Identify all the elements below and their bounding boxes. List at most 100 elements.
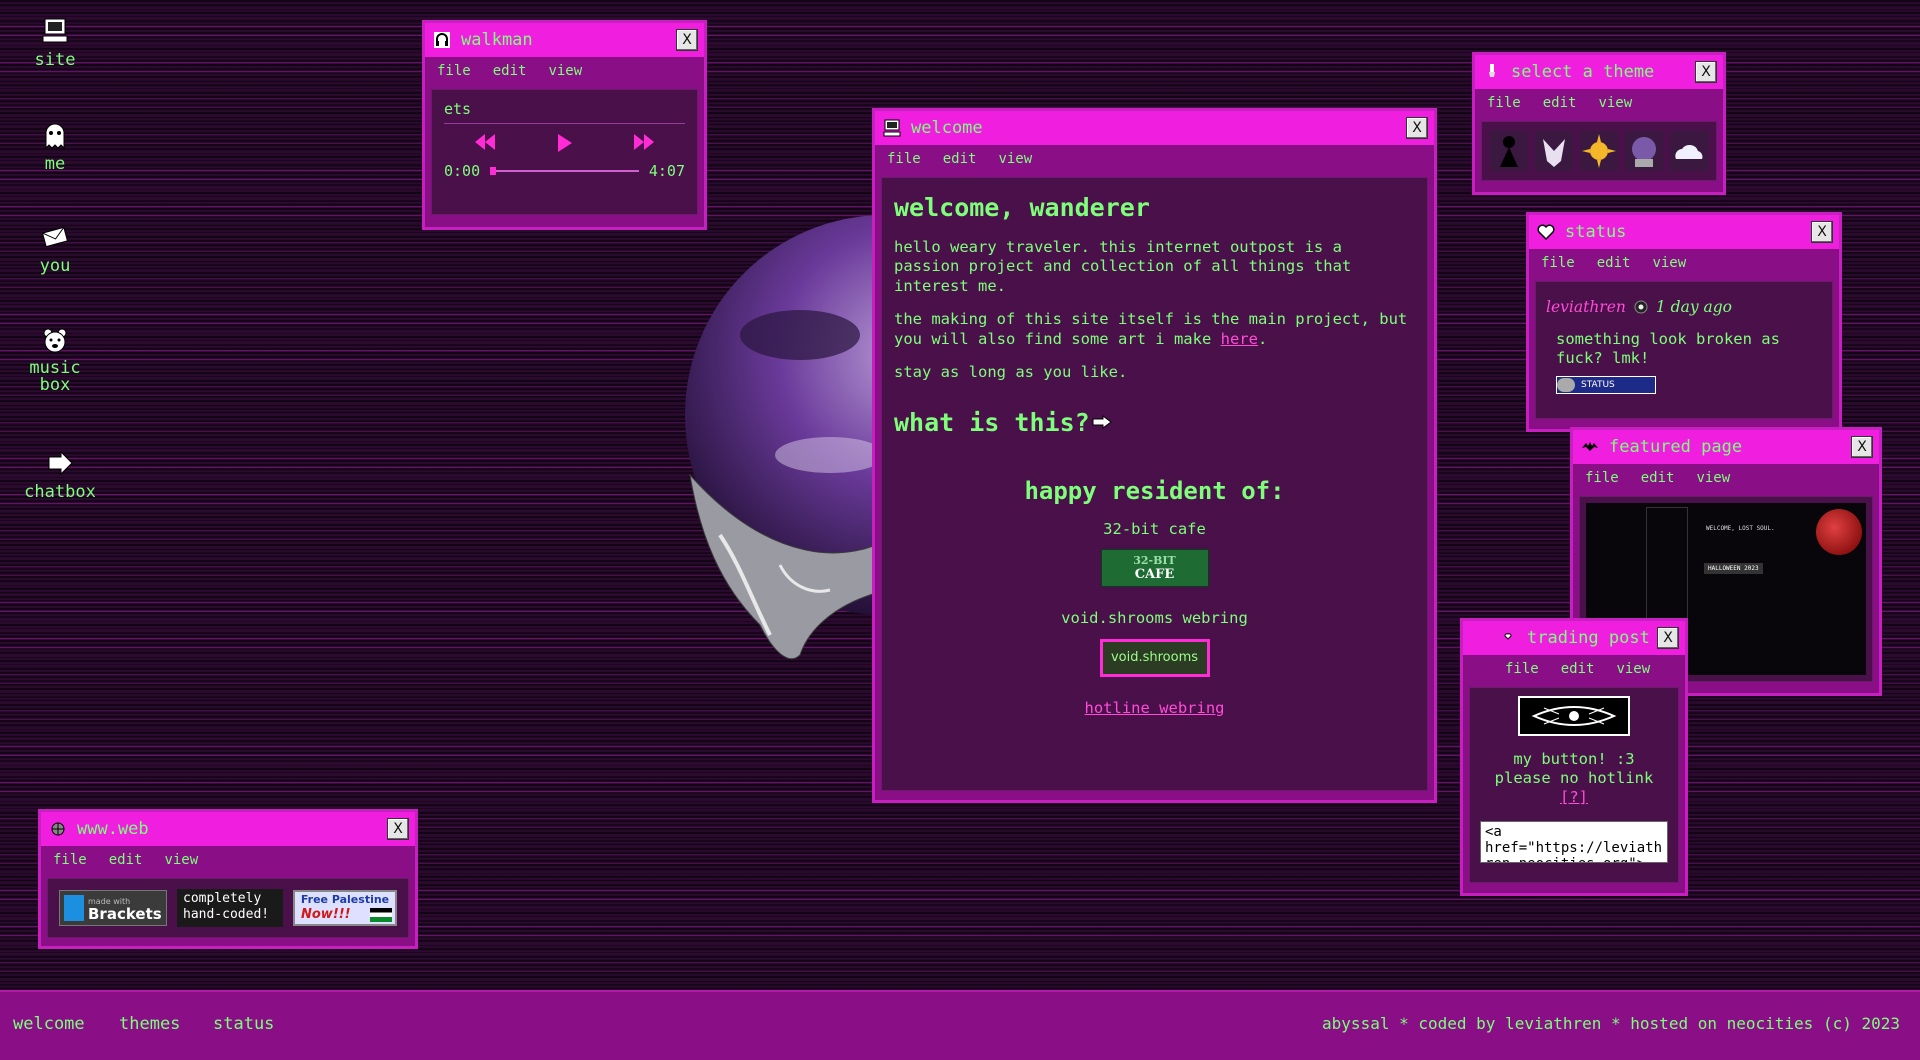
menu-edit[interactable]: edit <box>1543 95 1577 111</box>
menu-edit[interactable]: edit <box>109 852 143 868</box>
palestine-badge[interactable]: Free Palestine Now!!! <box>293 890 397 926</box>
status-user[interactable]: leviathren <box>1546 298 1626 316</box>
window-title: walkman <box>461 30 533 50</box>
red-moon-image <box>1816 509 1862 555</box>
theme-window: select a theme X file edit view <box>1472 52 1726 195</box>
stay-paragraph: stay as long as you like. <box>894 363 1128 381</box>
palestine-line1: Free Palestine <box>300 893 390 906</box>
void-badge-text: void.shrooms <box>1110 649 1199 665</box>
menu-file[interactable]: file <box>53 852 87 868</box>
close-button[interactable]: X <box>1695 61 1717 83</box>
menu-edit[interactable]: edit <box>1561 661 1595 677</box>
theme-option-crystal[interactable] <box>1625 131 1664 171</box>
menu-view[interactable]: view <box>548 63 582 79</box>
rewind-icon[interactable] <box>474 134 495 150</box>
brackets-badge[interactable]: made with Brackets <box>59 890 167 926</box>
bear-icon <box>43 328 67 353</box>
what-heading[interactable]: what is this? <box>894 410 1090 434</box>
window-title: status <box>1565 222 1627 242</box>
www-web-body: made with Brackets completely hand-coded… <box>47 878 409 938</box>
theme-body <box>1481 121 1717 181</box>
menu-file[interactable]: file <box>887 151 921 167</box>
trading-window: trading post X file edit view my button!… <box>1460 618 1688 896</box>
menubar: file edit view <box>1475 89 1723 117</box>
desktop-icon-label: music box <box>29 358 81 395</box>
ghost-icon <box>45 123 65 150</box>
cafe-badge-top: 32-BIT <box>1133 554 1176 567</box>
close-button[interactable]: X <box>1851 436 1873 458</box>
taskbar-themes[interactable]: themes <box>119 1014 180 1034</box>
hotline-webring-link[interactable]: hotline webring <box>1085 699 1225 717</box>
featured-titlebar[interactable]: featured page X <box>1573 430 1879 464</box>
status-titlebar[interactable]: status X <box>1529 215 1839 249</box>
menu-file[interactable]: file <box>1505 661 1539 677</box>
status-time: 1 day ago <box>1655 298 1733 316</box>
trading-titlebar[interactable]: trading post X <box>1463 621 1685 655</box>
computer-icon <box>883 119 901 137</box>
play-icon[interactable] <box>556 134 573 152</box>
menu-view[interactable]: view <box>1696 470 1730 486</box>
close-button[interactable]: X <box>387 818 409 840</box>
window-title: trading post <box>1527 628 1650 648</box>
walkman-titlebar[interactable]: walkman X <box>425 23 704 57</box>
status-message: something look broken as fuck? lmk! <box>1556 330 1780 367</box>
theme-option-sun[interactable] <box>1579 131 1618 171</box>
theme-option-dark[interactable] <box>1489 131 1528 171</box>
resident-heading: happy resident of: <box>1024 477 1285 505</box>
seek-bar[interactable] <box>490 167 639 175</box>
status-badge[interactable]: STATUS <box>1556 376 1656 394</box>
close-button[interactable]: X <box>1657 627 1679 649</box>
menu-edit[interactable]: edit <box>493 63 527 79</box>
close-button[interactable]: X <box>1406 117 1428 139</box>
desktop-icon-site[interactable]: site <box>10 16 100 70</box>
close-button[interactable]: X <box>1811 221 1833 243</box>
menu-edit[interactable]: edit <box>1597 255 1631 271</box>
theme-titlebar[interactable]: select a theme X <box>1475 55 1723 89</box>
desktop-icon-you[interactable]: you <box>10 222 100 276</box>
menubar: file edit view <box>875 145 1434 173</box>
desktop-icon-me[interactable]: me <box>10 120 100 174</box>
menu-view[interactable]: view <box>1598 95 1632 111</box>
menu-file[interactable]: file <box>1585 470 1619 486</box>
menu-view[interactable]: view <box>164 852 198 868</box>
menu-view[interactable]: view <box>1652 255 1686 271</box>
close-button[interactable]: X <box>676 29 698 51</box>
handcoded-badge[interactable]: completely hand-coded! <box>177 889 283 927</box>
menu-edit[interactable]: edit <box>1641 470 1675 486</box>
cloud-icon <box>1675 144 1703 159</box>
menu-file[interactable]: file <box>437 63 471 79</box>
help-link[interactable]: [?] <box>1560 788 1588 806</box>
desktop-icon-music-box[interactable]: music box <box>10 326 100 394</box>
desktop-icon-chatbox[interactable]: chatbox <box>15 448 105 502</box>
status-body: leviathren 1 day ago something look brok… <box>1535 281 1833 419</box>
fast-forward-icon[interactable] <box>634 134 655 150</box>
cafe-badge[interactable]: 32-BIT CAFE <box>1100 549 1209 587</box>
menu-edit[interactable]: edit <box>943 151 977 167</box>
thumb-banner: HALLOWEEN 2023 <box>1704 563 1763 574</box>
menu-file[interactable]: file <box>1487 95 1521 111</box>
taskbar-welcome[interactable]: welcome <box>13 1014 85 1034</box>
embed-code-field[interactable]: <a href="https://leviathren.neocities.or… <box>1480 821 1668 863</box>
walkman-body: ets 0:00 4:07 <box>431 89 698 215</box>
theme-option-angel[interactable] <box>1534 131 1573 171</box>
eight-ball-icon <box>1634 300 1648 314</box>
www-web-titlebar[interactable]: www.web X <box>41 812 415 846</box>
menubar: file edit view <box>41 846 415 874</box>
menu-view[interactable]: view <box>998 151 1032 167</box>
welcome-titlebar[interactable]: welcome X <box>875 111 1434 145</box>
pointing-hand-icon <box>1092 415 1112 430</box>
taskbar-status[interactable]: status <box>213 1014 274 1034</box>
void-badge[interactable]: void.shrooms <box>1099 638 1210 677</box>
art-link[interactable]: here <box>1221 330 1258 348</box>
site-button-image <box>1518 696 1630 736</box>
menubar: file edit view <box>425 57 704 85</box>
menu-view[interactable]: view <box>1616 661 1650 677</box>
menu-file[interactable]: file <box>1541 255 1575 271</box>
theme-option-cloud[interactable] <box>1670 131 1709 171</box>
angel-icon <box>1542 139 1565 167</box>
track-title: ets <box>444 100 685 124</box>
project-text-end: . <box>1257 329 1268 348</box>
seek-knob[interactable] <box>490 167 497 175</box>
welcome-heading: welcome, wanderer <box>894 193 1150 222</box>
arrow-icon <box>48 450 73 476</box>
